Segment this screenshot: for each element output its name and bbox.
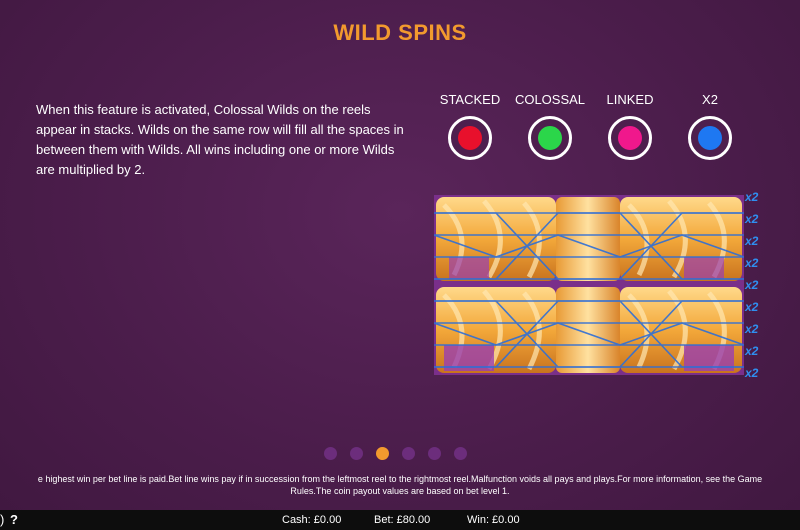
win-display: Win: £0.00 bbox=[467, 514, 520, 526]
x2-label: x2 bbox=[745, 234, 759, 248]
x2-label: x2 bbox=[745, 212, 759, 226]
colossal-wild-top bbox=[436, 197, 742, 281]
x2-label: x2 bbox=[745, 190, 759, 204]
page-indicator bbox=[320, 447, 480, 461]
legend-label-stacked: STACKED bbox=[439, 92, 501, 107]
edge-fragment: ) bbox=[0, 512, 5, 527]
x2-label: x2 bbox=[745, 256, 759, 270]
pink-dot-icon bbox=[618, 126, 642, 150]
legend-ring-linked bbox=[608, 116, 652, 160]
x2-label: x2 bbox=[745, 322, 759, 336]
reel-illustration bbox=[433, 195, 745, 375]
legend-ring-colossal bbox=[528, 116, 572, 160]
bet-display: Bet: £80.00 bbox=[374, 514, 431, 526]
x2-label: x2 bbox=[745, 300, 759, 314]
legend-colossal: COLOSSAL bbox=[510, 92, 590, 160]
help-button[interactable]: ? bbox=[10, 512, 18, 527]
green-dot-icon bbox=[538, 126, 562, 150]
legend-label-colossal: COLOSSAL bbox=[514, 92, 586, 107]
colossal-wild-bottom bbox=[436, 287, 742, 373]
legend-ring-stacked bbox=[448, 116, 492, 160]
wild-legend: STACKED COLOSSAL LINKED X2 bbox=[430, 92, 750, 162]
page-dot[interactable] bbox=[324, 447, 337, 460]
page-dot[interactable] bbox=[454, 447, 467, 460]
page-dot[interactable] bbox=[428, 447, 441, 460]
red-dot-icon bbox=[458, 126, 482, 150]
page-title: WILD SPINS bbox=[333, 20, 467, 45]
legend-stacked: STACKED bbox=[430, 92, 510, 160]
legend-ring-x2 bbox=[688, 116, 732, 160]
page-dot[interactable] bbox=[350, 447, 363, 460]
rules-disclaimer: e highest win per bet line is paid.Bet l… bbox=[0, 473, 800, 497]
wild-reels-graphic bbox=[433, 195, 745, 375]
page-dot[interactable] bbox=[402, 447, 415, 460]
legend-label-linked: LINKED bbox=[606, 92, 654, 107]
status-bar: ) ? Cash: £0.00 Bet: £80.00 Win: £0.00 bbox=[0, 510, 800, 530]
feature-description: When this feature is activated, Colossal… bbox=[36, 102, 404, 177]
x2-label: x2 bbox=[745, 278, 759, 292]
blue-dot-icon bbox=[698, 126, 722, 150]
disclaimer-line-2: Rules.The coin payout values are based o… bbox=[290, 486, 510, 496]
page-dot-active[interactable] bbox=[376, 447, 389, 460]
legend-label-x2: X2 bbox=[702, 92, 718, 107]
x2-label: x2 bbox=[745, 366, 759, 380]
legend-linked: LINKED bbox=[590, 92, 670, 160]
cash-display: Cash: £0.00 bbox=[282, 514, 342, 526]
disclaimer-line-1: e highest win per bet line is paid.Bet l… bbox=[37, 474, 763, 484]
x2-label: x2 bbox=[745, 344, 759, 358]
legend-x2: X2 bbox=[670, 92, 750, 160]
